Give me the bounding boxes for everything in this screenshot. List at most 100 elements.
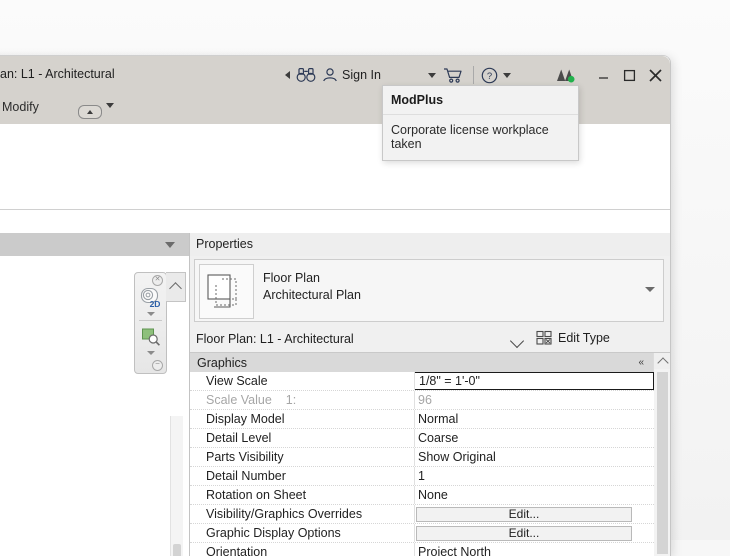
property-row[interactable]: Scale Value 1: 96 [190,391,654,410]
type-name-block: Floor Plan Architectural Plan [263,270,361,304]
property-column-divider [414,524,415,542]
property-row[interactable]: Rotation on Sheet None [190,486,654,505]
zoom-region-icon[interactable] [141,327,161,347]
svg-text:?: ? [487,71,492,82]
property-column-divider [414,467,415,485]
property-group-collapse-icon[interactable]: « [638,357,643,368]
chevron-down-icon [106,103,114,122]
property-value[interactable]: 96 [414,393,654,407]
minimize-icon [598,76,608,79]
property-value[interactable]: Edit... [414,525,654,541]
property-value[interactable]: Project North [414,545,654,556]
triangle-left-icon [285,71,290,79]
left-pane-scrollbar-thumb[interactable] [173,544,181,556]
account-icon-button[interactable] [322,56,338,94]
chevron-down-icon [503,72,511,78]
property-name: Display Model [206,412,285,426]
close-icon [648,68,662,82]
ribbon-display-options-button[interactable] [78,105,102,119]
property-name: View Scale [206,374,268,388]
property-row[interactable]: Orientation Project North [190,543,654,556]
navbar-divider [139,320,162,321]
edit-type-button[interactable]: Edit Type [530,327,616,349]
property-value[interactable]: None [414,488,654,502]
edit-type-icon [536,330,552,345]
property-row[interactable]: Graphic Display Options Edit... [190,524,654,543]
property-value[interactable]: Edit... [414,506,654,522]
property-value[interactable]: 1 [414,469,654,483]
navbar-close-icon[interactable]: ✕ [152,275,163,286]
panel-strip-collapse-caret[interactable] [165,242,175,248]
chevron-up-icon [656,356,669,369]
property-name-suffix: 1: [285,393,297,407]
property-column-divider [414,448,415,466]
navbar-collapse-tab[interactable] [166,272,186,302]
property-name: Rotation on Sheet [206,488,307,502]
person-icon [323,68,337,82]
ribbon-display-options-caret[interactable] [106,103,114,122]
property-column-divider [414,543,415,556]
navbar-minus-icon[interactable]: − [152,360,163,371]
property-column-divider [414,391,415,409]
property-name: Detail Level [206,431,272,445]
chevron-up-icon [169,282,182,295]
shopping-cart-icon [444,67,462,83]
navbar-zoom-caret[interactable] [147,351,155,355]
property-name: Parts Visibility [206,450,284,464]
search-icon-button[interactable] [296,56,316,94]
tooltip-title: ModPlus [391,93,444,107]
properties-scrollbar[interactable] [653,353,670,556]
titlebar-separator [473,66,474,84]
property-name: Detail Number [206,469,286,483]
titlebar-collapse-arrow[interactable] [285,56,290,94]
property-edit-button[interactable]: Edit... [416,506,632,522]
property-value[interactable]: Show Original [414,450,654,464]
question-circle-icon: ? [481,67,498,83]
instance-combo[interactable]: Floor Plan: L1 - Architectural [194,328,534,349]
property-name: Visibility/Graphics Overrides [206,507,363,521]
type-family-label: Floor Plan [263,271,320,285]
type-selector-caret[interactable] [645,287,655,292]
property-row[interactable]: Display Model Normal [190,410,654,429]
property-edit-button[interactable]: Edit... [416,525,632,541]
type-thumbnail [199,264,254,319]
steering-wheel-2d-icon[interactable]: 2D [139,287,162,309]
property-value[interactable]: 1/8" = 1'-0" [414,372,654,390]
sign-in-button[interactable]: Sign In [342,56,381,94]
navigation-bar[interactable]: ✕ 2D − [134,272,167,374]
type-selector[interactable]: Floor Plan Architectural Plan [194,259,664,322]
property-value[interactable]: Normal [414,412,654,426]
properties-scroll-up-button[interactable] [654,353,670,369]
properties-panel-titlebar [189,233,670,256]
property-row[interactable]: Visibility/Graphics Overrides Edit... [190,505,654,524]
close-button[interactable] [638,56,670,94]
floor-plan-thumbnail-icon [207,274,237,308]
modplus-logo-icon [557,69,575,83]
property-value[interactable]: Coarse [414,431,654,445]
edit-type-label: Edit Type [558,331,610,345]
maximize-icon [623,69,635,81]
chevron-down-icon [428,72,436,78]
sign-in-label: Sign In [342,68,381,82]
property-group-header-graphics[interactable]: Graphics « [190,353,670,372]
svg-text:2D: 2D [150,299,161,309]
drawing-canvas-lower[interactable] [0,210,670,233]
property-rows-container: View Scale 1/8" = 1'-0" Scale Value 1: 96 Dis… [190,372,654,556]
property-row[interactable]: Detail Number 1 [190,467,654,486]
properties-panel-title: Properties [196,237,253,251]
instance-combo-value: Floor Plan: L1 - Architectural [196,331,354,346]
property-row[interactable]: View Scale 1/8" = 1'-0" [190,372,654,391]
property-name: Orientation [206,545,268,556]
tooltip-body: Corporate license workplace taken [383,114,578,151]
navbar-wheel-caret[interactable] [147,312,155,316]
property-group-label: Graphics [197,355,248,370]
property-row[interactable]: Detail Level Coarse [190,429,654,448]
properties-palette: Floor Plan Architectural Plan Floor Plan… [189,256,670,556]
type-name-label: Architectural Plan [263,288,361,302]
tab-modify[interactable]: Modify [2,100,39,114]
property-row[interactable]: Parts Visibility Show Original [190,448,654,467]
properties-scrollbar-thumb[interactable] [657,372,668,554]
left-pane-scrollbar[interactable] [170,416,183,556]
property-column-divider [414,429,415,447]
instance-selector-row: Floor Plan: L1 - Architectural Edit Type [190,326,670,352]
